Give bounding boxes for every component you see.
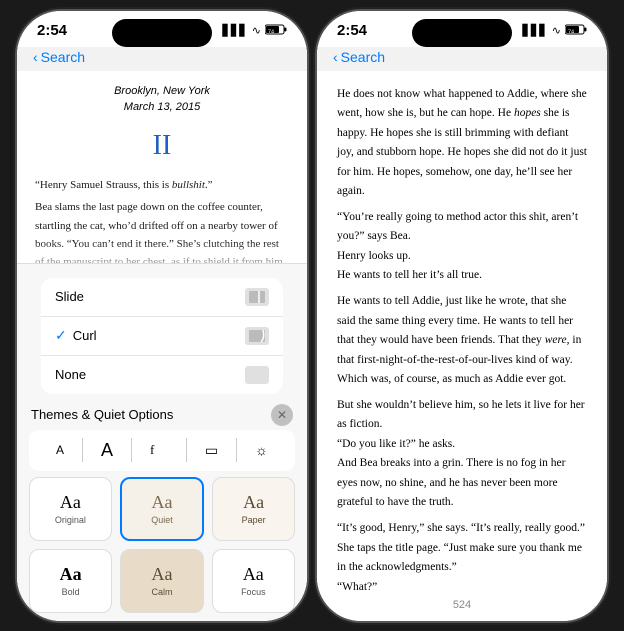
right-back-label: Search [341,49,385,65]
book-header-line2: March 13, 2015 [124,101,200,113]
right-para-10: “What?” [337,578,587,595]
book-para-2: Bea slams the last page down on the coff… [35,198,289,270]
right-para-8: And Bea breaks into a grin. There is no … [337,454,587,513]
slide-preview [245,288,269,306]
none-label: None [55,367,86,382]
bottom-panel: Slide ✓ Curl [17,263,307,621]
right-para-5: He wants to tell Addie, just like he wro… [337,292,587,390]
theme-focus[interactable]: Aa Focus [212,549,295,613]
theme-original[interactable]: Aa Original [29,477,112,541]
theme-paper-aa: Aa [243,492,264,513]
none-preview [245,366,269,384]
bookmark-button[interactable]: ▭ [197,438,226,463]
right-nav-bar: ‹ Search [317,47,607,71]
wifi-icon: ∿ [252,24,261,37]
theme-bold-aa: Aa [60,564,82,585]
left-phone: 2:54 ▋▋▋ ∿ 74 [17,11,307,621]
right-para-4: He wants to tell her it’s all true. [337,266,587,286]
right-para-9: “It’s good, Henry,” she says. “It’s real… [337,519,587,578]
right-book-body: He does not know what happened to Addie,… [317,71,607,621]
dynamic-island-right [412,19,512,47]
left-book-content: Brooklyn, New York March 13, 2015 II “He… [17,71,307,271]
close-icon: ✕ [277,408,287,422]
slide-icon-area [245,288,269,306]
font-sep-1 [82,438,83,462]
battery-icon: 74 [265,24,287,38]
right-para-2: “You’re really going to method actor thi… [337,208,587,247]
transition-curl[interactable]: ✓ Curl [41,317,283,356]
left-back-button[interactable]: ‹ Search [33,49,85,65]
left-screen: 2:54 ▋▋▋ ∿ 74 [17,11,307,621]
themes-label: Themes & Quiet Options [31,407,173,422]
theme-bold[interactable]: Aa Bold [29,549,112,613]
svg-text:f: f [150,442,155,457]
transition-row: Slide ✓ Curl [17,264,307,398]
theme-quiet[interactable]: Aa Quiet [120,477,205,541]
curl-label: Curl [73,328,245,343]
transition-none[interactable]: None [41,356,283,394]
right-wifi-icon: ∿ [552,24,561,37]
theme-quiet-label: Quiet [151,515,173,525]
theme-focus-label: Focus [241,587,266,597]
left-time: 2:54 [37,22,67,39]
curl-preview [245,327,269,345]
book-para-1: “Henry Samuel Strauss, this is bullshit.… [35,176,289,194]
back-label: Search [41,49,85,65]
left-book-area: Brooklyn, New York March 13, 2015 II “He… [17,71,307,621]
signal-icon: ▋▋▋ [222,24,247,37]
right-para-3: Henry looks up. [337,247,587,267]
right-battery-icon: 74 [565,24,587,38]
theme-bold-label: Bold [62,587,80,597]
font-decrease-button[interactable]: A [48,439,72,461]
curl-check: ✓ [55,327,67,344]
book-text-body: “Henry Samuel Strauss, this is bullshit.… [35,176,289,270]
transition-slide[interactable]: Slide [41,278,283,317]
theme-row-2: Aa Bold Aa Calm Aa Focus [17,549,307,621]
svg-text:74: 74 [268,29,274,35]
right-screen: 2:54 ▋▋▋ ∿ 74 [317,11,607,621]
theme-calm-aa: Aa [151,564,172,585]
font-controls-bar: A A f ▭ ☼ [29,430,295,471]
chevron-left-icon: ‹ [33,49,38,65]
brightness-button[interactable]: ☼ [247,438,276,462]
page-number: 524 [317,595,607,621]
font-sep-2 [131,438,132,462]
right-para-1: He does not know what happened to Addie,… [337,85,587,202]
right-time: 2:54 [337,22,367,39]
right-status-icons: ▋▋▋ ∿ 74 [522,24,587,38]
theme-paper[interactable]: Aa Paper [212,477,295,541]
dynamic-island-left [112,19,212,47]
theme-calm-label: Calm [151,587,172,597]
font-increase-button[interactable]: A [93,436,121,465]
left-status-icons: ▋▋▋ ∿ 74 [222,24,287,38]
chapter-number: II [35,124,289,169]
themes-section-header: Themes & Quiet Options ✕ [17,398,307,430]
slide-label: Slide [55,289,84,304]
theme-original-label: Original [55,515,86,525]
theme-row-1: Aa Original Aa Quiet Aa Paper [17,477,307,549]
left-nav-bar: ‹ Search [17,47,307,71]
font-sep-4 [236,438,237,462]
font-type-button[interactable]: f [142,437,176,464]
theme-paper-label: Paper [242,515,266,525]
right-phone: 2:54 ▋▋▋ ∿ 74 [317,11,607,621]
right-para-7: “Do you like it?” he asks. [337,435,587,455]
theme-original-aa: Aa [60,492,81,513]
right-back-button[interactable]: ‹ Search [333,49,385,65]
right-book-content: He does not know what happened to Addie,… [317,71,607,595]
right-signal-icon: ▋▋▋ [522,24,547,37]
transition-options: Slide ✓ Curl [41,278,283,394]
book-header-line1: Brooklyn, New York [114,85,210,97]
theme-quiet-aa: Aa [152,492,173,513]
font-sep-3 [186,438,187,462]
right-chevron-left-icon: ‹ [333,49,338,65]
theme-focus-aa: Aa [243,564,264,585]
svg-text:74: 74 [568,29,574,35]
right-para-6: But she wouldn’t believe him, so he lets… [337,396,587,435]
close-button[interactable]: ✕ [271,404,293,426]
phones-container: 2:54 ▋▋▋ ∿ 74 [17,11,607,621]
book-header: Brooklyn, New York March 13, 2015 [35,83,289,116]
theme-calm[interactable]: Aa Calm [120,549,203,613]
